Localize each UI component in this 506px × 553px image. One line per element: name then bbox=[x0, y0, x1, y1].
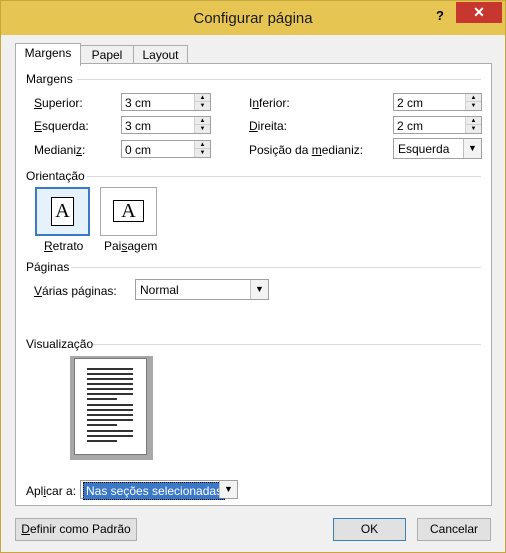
gutter-spinner[interactable]: 0 cm ▲ ▼ bbox=[121, 140, 211, 158]
left-margin-value[interactable]: 3 cm bbox=[125, 119, 151, 133]
apply-to-value[interactable]: Nas seções selecionadas bbox=[83, 482, 226, 500]
close-button[interactable]: ✕ bbox=[456, 2, 502, 23]
pages-group-label: Páginas bbox=[26, 260, 70, 274]
set-as-default-button[interactable]: Definir como Padrão bbox=[15, 518, 137, 541]
gutter-position-value[interactable]: Esquerda bbox=[398, 142, 449, 156]
spin-down-icon[interactable]: ▼ bbox=[195, 125, 210, 133]
spin-down-icon[interactable]: ▼ bbox=[466, 125, 481, 133]
landscape-button[interactable]: A bbox=[100, 187, 157, 236]
spin-down-icon[interactable]: ▼ bbox=[466, 102, 481, 110]
orientation-group-label: Orientação bbox=[26, 169, 85, 183]
gutter-position-label: Posição da medianiz: bbox=[249, 143, 364, 157]
multiple-pages-select[interactable]: Normal ▼ bbox=[135, 279, 269, 300]
bottom-margin-label: Inferior: bbox=[249, 96, 290, 110]
tab-margens[interactable]: Margens bbox=[15, 43, 81, 66]
title-bar[interactable]: Configurar página ? ✕ bbox=[1, 1, 505, 35]
right-margin-spinner[interactable]: 2 cm ▲ ▼ bbox=[393, 116, 482, 134]
multiple-pages-label: Várias páginas: bbox=[34, 284, 117, 298]
portrait-button[interactable]: A bbox=[35, 187, 90, 236]
apply-to-select[interactable]: Nas seções selecionadas ▼ bbox=[80, 480, 238, 500]
spin-up-icon[interactable]: ▲ bbox=[195, 117, 210, 125]
left-margin-label: Esquerda: bbox=[34, 119, 89, 133]
help-button[interactable]: ? bbox=[430, 6, 450, 26]
cancel-button[interactable]: Cancelar bbox=[417, 518, 491, 541]
portrait-label: Retrato bbox=[44, 239, 84, 253]
gutter-position-select[interactable]: Esquerda ▼ bbox=[393, 138, 482, 159]
spin-up-icon[interactable]: ▲ bbox=[466, 117, 481, 125]
spin-up-icon[interactable]: ▲ bbox=[466, 94, 481, 102]
chevron-down-icon[interactable]: ▼ bbox=[463, 139, 481, 158]
spin-up-icon[interactable]: ▲ bbox=[195, 94, 210, 102]
chevron-down-icon[interactable]: ▼ bbox=[219, 481, 237, 498]
margins-group-label: Margens bbox=[26, 72, 73, 86]
preview-page bbox=[74, 358, 147, 455]
top-margin-label: Superior: bbox=[34, 96, 83, 110]
multiple-pages-value[interactable]: Normal bbox=[140, 283, 179, 297]
gutter-value[interactable]: 0 cm bbox=[125, 143, 151, 157]
spin-up-icon[interactable]: ▲ bbox=[195, 141, 210, 149]
orientation-divider bbox=[87, 176, 481, 177]
bottom-margin-spinner[interactable]: 2 cm ▲ ▼ bbox=[393, 93, 482, 111]
right-margin-label: Direita: bbox=[249, 119, 288, 133]
apply-to-label: Aplicar a: bbox=[26, 484, 77, 498]
tab-layout[interactable]: Layout bbox=[133, 45, 188, 65]
spin-down-icon[interactable]: ▼ bbox=[195, 102, 210, 110]
portrait-page-icon: A bbox=[51, 197, 74, 226]
spin-down-icon[interactable]: ▼ bbox=[195, 149, 210, 157]
margins-divider bbox=[77, 79, 481, 80]
left-margin-spinner[interactable]: 3 cm ▲ ▼ bbox=[121, 116, 211, 134]
right-margin-value[interactable]: 2 cm bbox=[397, 119, 423, 133]
preview-group-label: Visualização bbox=[26, 337, 94, 351]
gutter-label: Medianiz: bbox=[34, 143, 86, 157]
top-margin-spinner[interactable]: 3 cm ▲ ▼ bbox=[121, 93, 211, 111]
ok-button[interactable]: OK bbox=[333, 518, 406, 541]
landscape-page-icon: A bbox=[113, 200, 144, 222]
bottom-margin-value[interactable]: 2 cm bbox=[397, 96, 423, 110]
preview-divider bbox=[93, 344, 481, 345]
landscape-label: Paisagem bbox=[104, 239, 158, 253]
pages-divider bbox=[71, 267, 481, 268]
page-setup-dialog: Configurar página ? ✕ Margens Papel Layo… bbox=[0, 0, 506, 553]
chevron-down-icon[interactable]: ▼ bbox=[250, 280, 268, 299]
tab-papel[interactable]: Papel bbox=[79, 45, 135, 65]
top-margin-value[interactable]: 3 cm bbox=[125, 96, 151, 110]
